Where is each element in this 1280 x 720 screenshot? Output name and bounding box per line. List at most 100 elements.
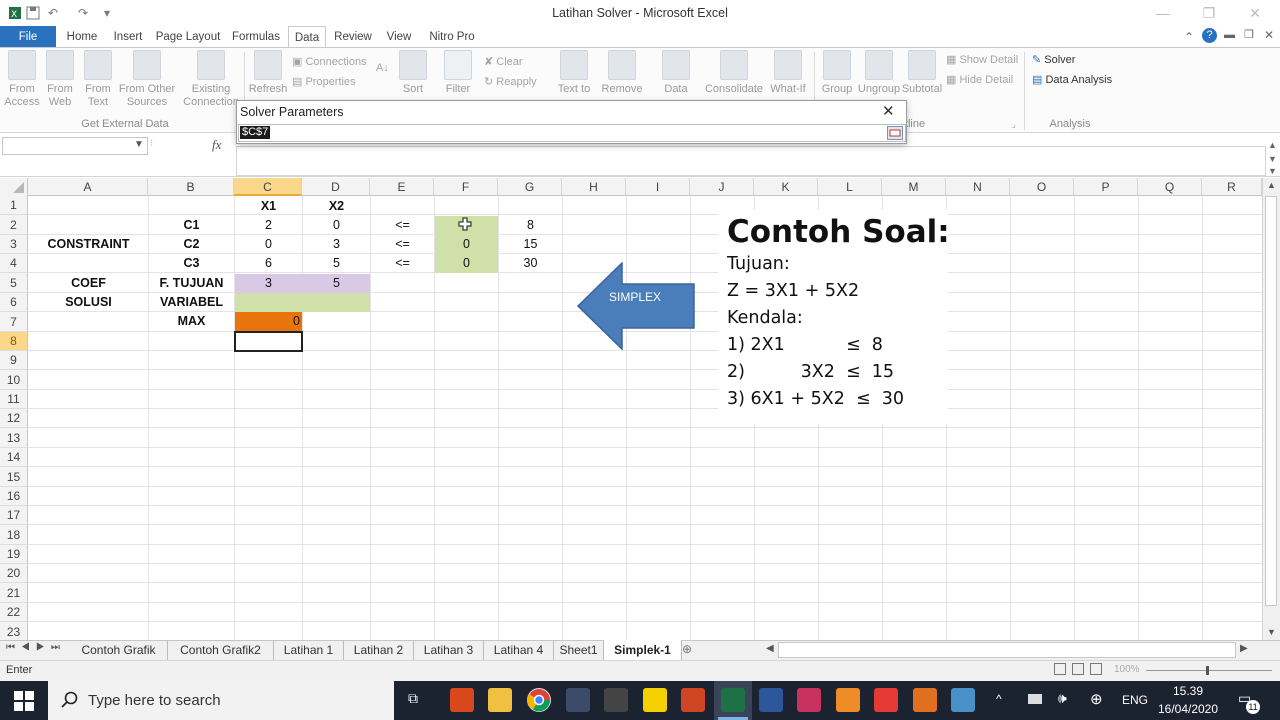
row-header-9[interactable]: 9 <box>0 351 28 370</box>
fx-icon[interactable]: fx <box>212 137 221 153</box>
column-header-Q[interactable]: Q <box>1138 178 1202 196</box>
cell-F4[interactable]: 0 <box>435 254 498 273</box>
cell-D2[interactable]: 0 <box>303 216 370 235</box>
zoom-slider[interactable] <box>1146 670 1272 671</box>
volume-icon[interactable]: 🕪 <box>1058 690 1067 707</box>
cell-B5[interactable]: F. TUJUAN <box>149 274 234 293</box>
from-web-button[interactable]: From Web <box>42 50 78 109</box>
sort-az-icon[interactable]: A↓ <box>376 60 389 76</box>
formula-bar-down-icon[interactable]: ▼ <box>1268 154 1277 164</box>
cell-E3[interactable]: <= <box>371 235 434 254</box>
column-header-F[interactable]: F <box>434 178 498 196</box>
tab-home[interactable]: Home <box>62 26 102 48</box>
dialog-close-icon[interactable]: ✕ <box>882 102 895 120</box>
tab-nitro-pro[interactable]: Nitro Pro <box>424 26 480 48</box>
show-detail-button[interactable]: ▦ Show Detail <box>946 52 1018 68</box>
tab-file[interactable]: File <box>0 26 56 47</box>
task-view-icon[interactable]: ⧉ <box>408 690 418 707</box>
remove-duplicates-button[interactable]: Remove <box>600 50 644 96</box>
refresh-button[interactable]: Refresh <box>248 50 288 96</box>
cell-B2[interactable]: C1 <box>149 216 234 235</box>
checklist-app-icon[interactable] <box>836 688 860 712</box>
cell-D4[interactable]: 5 <box>303 254 370 273</box>
active-cell-cursor[interactable] <box>234 331 303 352</box>
tab-data[interactable]: Data <box>288 26 326 49</box>
column-header-D[interactable]: D <box>302 178 370 196</box>
network-app-icon[interactable] <box>951 688 975 712</box>
cell-C4[interactable]: 6 <box>235 254 302 273</box>
cell-D1[interactable]: X2 <box>303 197 370 216</box>
cell-B4[interactable]: C3 <box>149 254 234 273</box>
cell-E4[interactable]: <= <box>371 254 434 273</box>
data-analysis-button[interactable]: ▤ Data Analysis <box>1032 72 1112 88</box>
cell-G3[interactable]: 15 <box>499 235 562 254</box>
tab-page-layout[interactable]: Page Layout <box>154 26 222 48</box>
hscroll-left-icon[interactable]: ◀ <box>766 643 774 654</box>
sheet-tab[interactable]: Latihan 3 <box>414 640 484 660</box>
video-app-icon[interactable] <box>604 688 628 712</box>
expand-dialog-icon[interactable] <box>887 126 903 140</box>
minimize-icon[interactable]: — <box>1140 0 1186 26</box>
cell-C2[interactable]: 2 <box>235 216 302 235</box>
column-header-P[interactable]: P <box>1074 178 1138 196</box>
column-header-K[interactable]: K <box>754 178 818 196</box>
row-header-1[interactable]: 1 <box>0 196 28 215</box>
what-if-button[interactable]: What-If <box>768 50 808 96</box>
filter-button[interactable]: Filter <box>440 50 476 96</box>
existing-connection-button[interactable]: Existing Connection <box>180 50 242 109</box>
row-header-15[interactable]: 15 <box>0 467 28 487</box>
cell-B3[interactable]: C2 <box>149 235 234 254</box>
doc-close-icon[interactable]: ✕ <box>1264 28 1274 42</box>
scroll-up-icon[interactable]: ▲ <box>1267 180 1276 190</box>
column-header-N[interactable]: N <box>946 178 1010 196</box>
doc-restore-icon[interactable]: ❐ <box>1244 28 1254 41</box>
cell-C7[interactable]: 0 <box>235 312 300 331</box>
windows-start-icon[interactable] <box>14 691 34 711</box>
reapply-button[interactable]: ↻ Reapply <box>484 74 537 90</box>
column-header-G[interactable]: G <box>498 178 562 196</box>
cell-G4[interactable]: 30 <box>499 254 562 273</box>
powerpoint-icon[interactable] <box>681 688 705 712</box>
matlab-icon[interactable] <box>913 688 937 712</box>
hide-detail-button[interactable]: ▦ Hide Detail <box>946 72 1013 88</box>
text-to-columns-button[interactable]: Text to <box>556 50 592 96</box>
formula-bar-up-icon[interactable]: ▲ <box>1268 140 1277 150</box>
word-icon[interactable] <box>759 688 783 712</box>
cell-F3[interactable]: 0 <box>435 235 498 254</box>
dialog-reference-input[interactable] <box>238 124 906 142</box>
camtasia-icon[interactable] <box>874 688 898 712</box>
sticky-notes-icon[interactable] <box>643 688 667 712</box>
sheet-tab[interactable]: Latihan 2 <box>344 640 414 660</box>
from-text-button[interactable]: From Text <box>80 50 116 109</box>
chrome-icon[interactable] <box>527 688 551 712</box>
row-header-7[interactable]: 7 <box>0 312 28 332</box>
column-header-B[interactable]: B <box>148 178 234 196</box>
sort-button[interactable]: Sort <box>396 50 430 96</box>
row-header-20[interactable]: 20 <box>0 564 28 583</box>
from-other-sources-button[interactable]: From Other Sources <box>118 50 176 109</box>
cell-C5[interactable]: 3 <box>235 274 302 293</box>
row-header-12[interactable]: 12 <box>0 409 28 428</box>
sheet-tab[interactable]: Latihan 4 <box>484 640 554 660</box>
outline-launcher-icon[interactable]: ⌟ <box>1012 120 1016 129</box>
from-access-button[interactable]: From Access <box>4 50 40 109</box>
row-header-2[interactable]: 2 <box>0 215 28 235</box>
cell-B6[interactable]: VARIABEL <box>149 293 234 312</box>
clock-date[interactable]: 16/04/2020 <box>1152 702 1224 716</box>
scroll-down-icon[interactable]: ▼ <box>1267 627 1276 637</box>
cell-A3[interactable]: CONSTRAINT <box>29 235 148 254</box>
sheet-tab[interactable]: Latihan 1 <box>274 640 344 660</box>
cell-D3[interactable]: 3 <box>303 235 370 254</box>
clock-time[interactable]: 15.39 <box>1156 684 1220 698</box>
insert-sheet-icon[interactable]: ⊕ <box>682 642 692 656</box>
row-header-4[interactable]: 4 <box>0 254 28 273</box>
sheet-tab[interactable]: Contoh Grafik2 <box>168 640 274 660</box>
tray-expand-icon[interactable]: ^ <box>996 692 1002 706</box>
name-box-dropdown-icon[interactable]: ▼ <box>134 139 144 150</box>
properties-button[interactable]: ▤ Properties <box>292 74 356 90</box>
customize-qat-icon[interactable]: ▾ <box>98 4 116 22</box>
page-layout-view-icon[interactable] <box>1072 663 1084 675</box>
row-header-14[interactable]: 14 <box>0 448 28 467</box>
horizontal-scroll-thumb[interactable] <box>778 642 1236 658</box>
cell-D5[interactable]: 5 <box>303 274 370 293</box>
